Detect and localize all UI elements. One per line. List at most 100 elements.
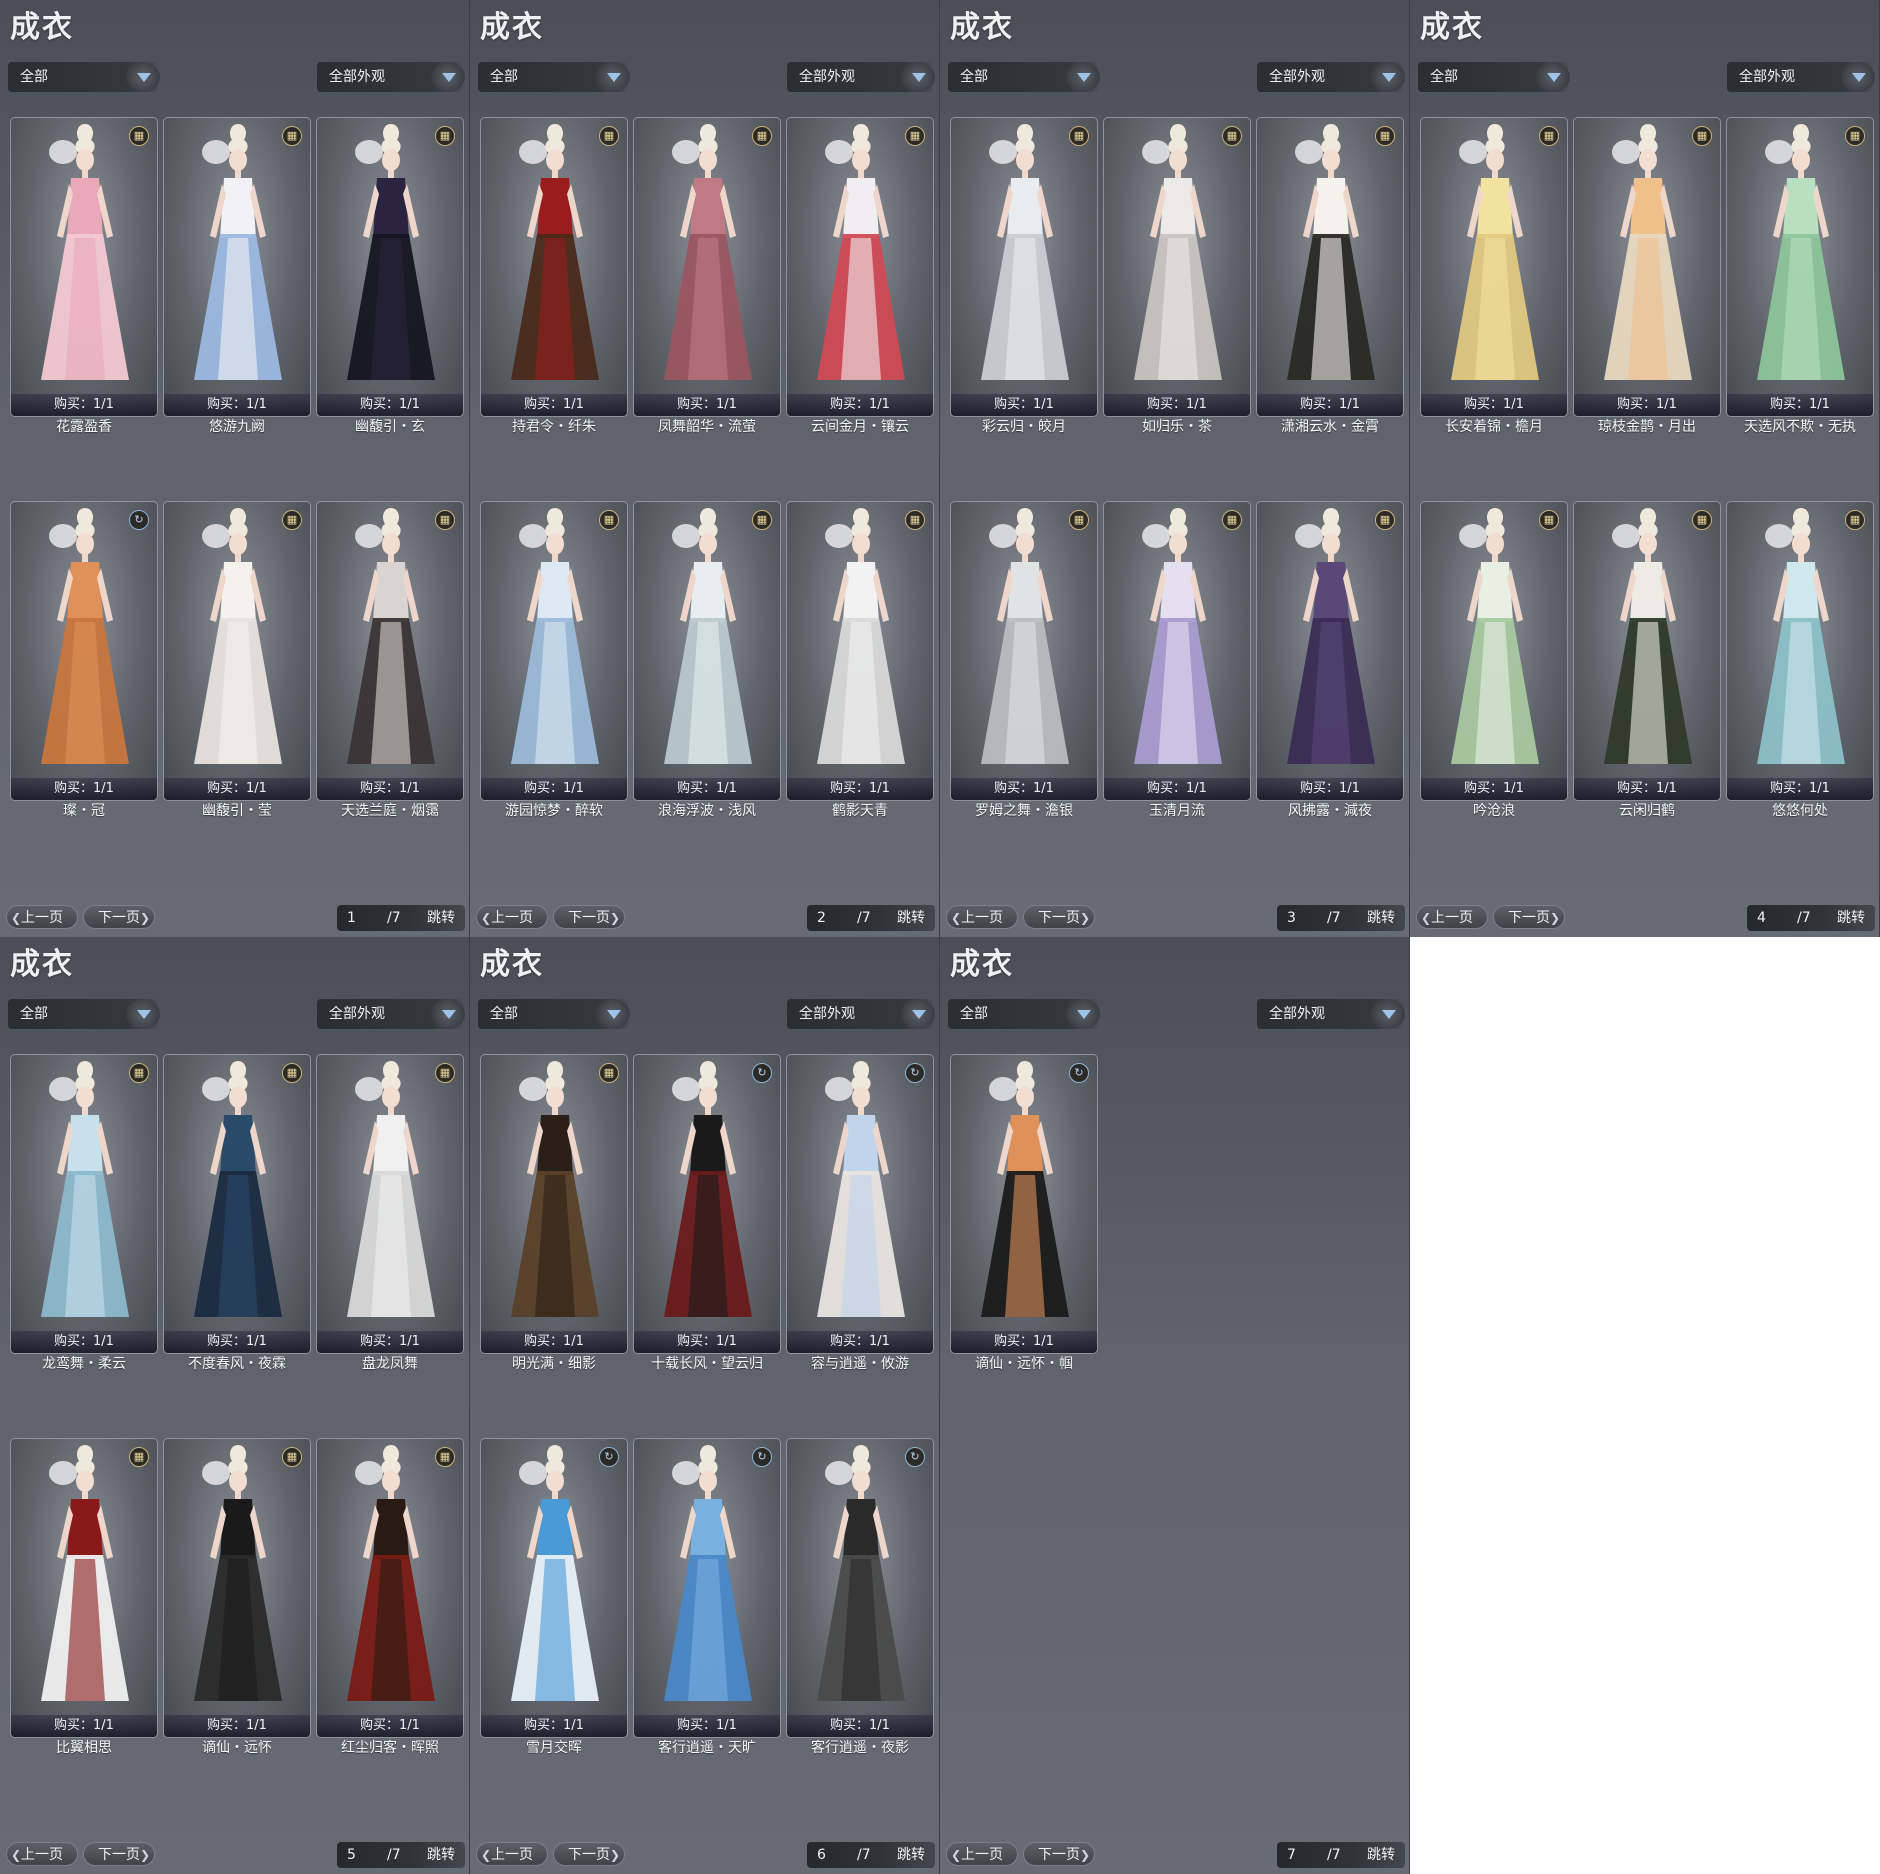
prev-page-button[interactable]: ❮ 上一页 <box>476 1842 548 1866</box>
outfit-card[interactable]: ▦ 购买：1/1 <box>163 1054 311 1354</box>
trash-icon[interactable]: ▦ <box>752 510 772 530</box>
trash-icon[interactable]: ▦ <box>1222 510 1242 530</box>
next-page-button[interactable]: 下一页 ❯ <box>553 905 625 929</box>
trash-icon[interactable]: ▦ <box>1539 126 1559 146</box>
refresh-icon[interactable]: ↻ <box>752 1447 772 1467</box>
next-page-button[interactable]: 下一页 ❯ <box>1493 905 1565 929</box>
category-filter-dropdown[interactable]: 全部 <box>1418 62 1570 92</box>
chevron-down-icon[interactable] <box>1371 62 1405 92</box>
outfit-card[interactable]: ▦ 购买：1/1 <box>163 1438 311 1738</box>
chevron-down-icon[interactable] <box>596 999 630 1029</box>
chevron-down-icon[interactable] <box>1066 62 1100 92</box>
chevron-down-icon[interactable] <box>126 62 160 92</box>
trash-icon[interactable]: ▦ <box>599 126 619 146</box>
page-number-input[interactable]: 7 <box>1287 1842 1296 1868</box>
outfit-card[interactable]: ▦ 购买：1/1 <box>480 117 628 417</box>
prev-page-button[interactable]: ❮ 上一页 <box>1416 905 1488 929</box>
outfit-card[interactable]: ▦ 购买：1/1 <box>163 501 311 801</box>
jump-button[interactable]: 跳转 <box>427 1842 455 1868</box>
outfit-card[interactable]: ▦ 购买：1/1 <box>1256 501 1404 801</box>
trash-icon[interactable]: ▦ <box>435 1447 455 1467</box>
chevron-down-icon[interactable] <box>1841 62 1875 92</box>
trash-icon[interactable]: ▦ <box>1845 126 1865 146</box>
trash-icon[interactable]: ▦ <box>282 510 302 530</box>
outfit-card[interactable]: ▦ 购买：1/1 <box>10 117 158 417</box>
outfit-card[interactable]: ▦ 购买：1/1 <box>1256 117 1404 417</box>
outfit-card[interactable]: ▦ 购买：1/1 <box>1420 501 1568 801</box>
prev-page-button[interactable]: ❮ 上一页 <box>946 905 1018 929</box>
appearance-filter-dropdown[interactable]: 全部外观 <box>1257 62 1405 92</box>
next-page-button[interactable]: 下一页 ❯ <box>83 1842 155 1866</box>
outfit-card[interactable]: ↻ 购买：1/1 <box>633 1054 781 1354</box>
trash-icon[interactable]: ▦ <box>1692 126 1712 146</box>
outfit-card[interactable]: ▦ 购买：1/1 <box>1573 501 1721 801</box>
trash-icon[interactable]: ▦ <box>282 1063 302 1083</box>
outfit-card[interactable]: ▦ 购买：1/1 <box>316 1438 464 1738</box>
chevron-down-icon[interactable] <box>431 62 465 92</box>
appearance-filter-dropdown[interactable]: 全部外观 <box>317 999 465 1029</box>
trash-icon[interactable]: ▦ <box>1069 510 1089 530</box>
outfit-card[interactable]: ▦ 购买：1/1 <box>786 117 934 417</box>
next-page-button[interactable]: 下一页 ❯ <box>83 905 155 929</box>
outfit-card[interactable]: ↻ 购买：1/1 <box>10 501 158 801</box>
outfit-card[interactable]: ▦ 购买：1/1 <box>10 1438 158 1738</box>
page-number-input[interactable]: 1 <box>347 905 356 931</box>
outfit-card[interactable]: ▦ 购买：1/1 <box>1103 117 1251 417</box>
outfit-card[interactable]: ↻ 购买：1/1 <box>786 1054 934 1354</box>
next-page-button[interactable]: 下一页 ❯ <box>1023 905 1095 929</box>
trash-icon[interactable]: ▦ <box>282 1447 302 1467</box>
outfit-card[interactable]: ↻ 购买：1/1 <box>950 1054 1098 1354</box>
outfit-card[interactable]: ▦ 购买：1/1 <box>1103 501 1251 801</box>
appearance-filter-dropdown[interactable]: 全部外观 <box>317 62 465 92</box>
category-filter-dropdown[interactable]: 全部 <box>8 62 160 92</box>
trash-icon[interactable]: ▦ <box>435 126 455 146</box>
chevron-down-icon[interactable] <box>596 62 630 92</box>
jump-button[interactable]: 跳转 <box>1837 905 1865 931</box>
trash-icon[interactable]: ▦ <box>282 126 302 146</box>
outfit-card[interactable]: ▦ 购买：1/1 <box>10 1054 158 1354</box>
refresh-icon[interactable]: ↻ <box>905 1447 925 1467</box>
outfit-card[interactable]: ▦ 购买：1/1 <box>1573 117 1721 417</box>
outfit-card[interactable]: ▦ 购买：1/1 <box>633 501 781 801</box>
outfit-card[interactable]: ▦ 购买：1/1 <box>1420 117 1568 417</box>
outfit-card[interactable]: ▦ 购买：1/1 <box>950 117 1098 417</box>
trash-icon[interactable]: ▦ <box>129 1447 149 1467</box>
refresh-icon[interactable]: ↻ <box>599 1447 619 1467</box>
trash-icon[interactable]: ▦ <box>1539 510 1559 530</box>
trash-icon[interactable]: ▦ <box>435 1063 455 1083</box>
chevron-down-icon[interactable] <box>901 999 935 1029</box>
category-filter-dropdown[interactable]: 全部 <box>478 62 630 92</box>
chevron-down-icon[interactable] <box>126 999 160 1029</box>
outfit-card[interactable]: ▦ 购买：1/1 <box>316 1054 464 1354</box>
outfit-card[interactable]: ▦ 购买：1/1 <box>316 501 464 801</box>
chevron-down-icon[interactable] <box>1066 999 1100 1029</box>
jump-button[interactable]: 跳转 <box>897 905 925 931</box>
jump-button[interactable]: 跳转 <box>897 1842 925 1868</box>
chevron-down-icon[interactable] <box>901 62 935 92</box>
next-page-button[interactable]: 下一页 ❯ <box>553 1842 625 1866</box>
outfit-card[interactable]: ▦ 购买：1/1 <box>163 117 311 417</box>
outfit-card[interactable]: ▦ 购买：1/1 <box>786 501 934 801</box>
trash-icon[interactable]: ▦ <box>599 510 619 530</box>
appearance-filter-dropdown[interactable]: 全部外观 <box>787 999 935 1029</box>
category-filter-dropdown[interactable]: 全部 <box>948 62 1100 92</box>
chevron-down-icon[interactable] <box>431 999 465 1029</box>
trash-icon[interactable]: ▦ <box>752 126 772 146</box>
refresh-icon[interactable]: ↻ <box>1069 1063 1089 1083</box>
page-number-input[interactable]: 5 <box>347 1842 356 1868</box>
outfit-card[interactable]: ↻ 购买：1/1 <box>786 1438 934 1738</box>
chevron-down-icon[interactable] <box>1371 999 1405 1029</box>
jump-button[interactable]: 跳转 <box>1367 1842 1395 1868</box>
chevron-down-icon[interactable] <box>1536 62 1570 92</box>
prev-page-button[interactable]: ❮ 上一页 <box>6 905 78 929</box>
trash-icon[interactable]: ▦ <box>1692 510 1712 530</box>
jump-button[interactable]: 跳转 <box>427 905 455 931</box>
category-filter-dropdown[interactable]: 全部 <box>948 999 1100 1029</box>
outfit-card[interactable]: ▦ 购买：1/1 <box>950 501 1098 801</box>
outfit-card[interactable]: ▦ 购买：1/1 <box>1726 117 1874 417</box>
page-number-input[interactable]: 6 <box>817 1842 826 1868</box>
appearance-filter-dropdown[interactable]: 全部外观 <box>1257 999 1405 1029</box>
page-number-input[interactable]: 3 <box>1287 905 1296 931</box>
refresh-icon[interactable]: ↻ <box>905 1063 925 1083</box>
trash-icon[interactable]: ▦ <box>599 1063 619 1083</box>
